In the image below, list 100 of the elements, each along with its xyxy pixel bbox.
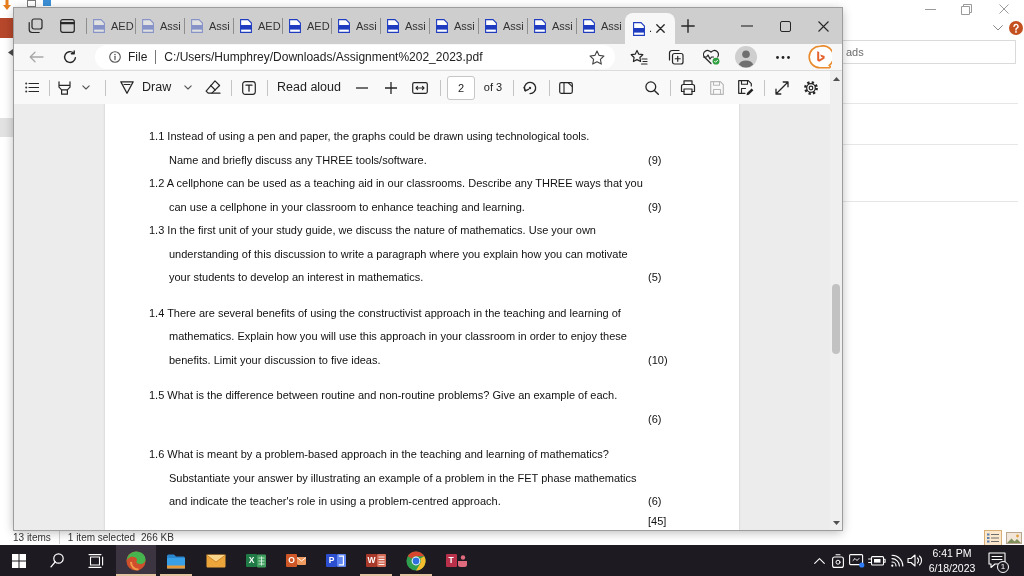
read-aloud-button[interactable]: Read aloud xyxy=(272,74,346,101)
minimize-icon[interactable] xyxy=(924,8,936,10)
close-icon[interactable] xyxy=(817,20,829,32)
question-text: 1.6 What is meant by a problem-based approach in the teaching and learning of mathematics? xyxy=(149,447,609,462)
taskbar-button[interactable]: T xyxy=(436,545,476,576)
search-icon[interactable] xyxy=(50,553,64,568)
page-icon[interactable] xyxy=(27,0,36,7)
browser-tab[interactable]: AED xyxy=(234,10,282,42)
help-icon[interactable] xyxy=(1009,21,1023,35)
battery-icon[interactable] xyxy=(868,555,886,566)
page-view-icon[interactable] xyxy=(559,81,573,94)
taskbar-button[interactable]: X xyxy=(236,545,276,576)
workspaces-icon[interactable] xyxy=(27,18,43,34)
restore-icon[interactable] xyxy=(960,3,972,15)
selection-label: 1 item selected xyxy=(67,531,136,545)
marks-text: (6) xyxy=(648,411,662,427)
more-icon[interactable] xyxy=(776,55,790,59)
back-arrow-icon[interactable] xyxy=(8,48,13,56)
question-text: Substantiate your answer by illustrating an example of a problem in the FET phase mathematics xyxy=(169,470,637,486)
taskbar-button[interactable]: O xyxy=(276,545,316,576)
text-box-icon[interactable] xyxy=(242,80,256,95)
browser-tab[interactable]: Assi xyxy=(528,10,576,42)
notification-icon[interactable] xyxy=(988,552,1006,569)
avatar-icon[interactable] xyxy=(735,46,757,68)
document-icon xyxy=(377,554,386,567)
scrollbar-thumb[interactable] xyxy=(832,284,840,354)
browser-tab[interactable]: Assi xyxy=(577,10,625,42)
envelope-icon xyxy=(297,555,306,566)
browser-tab[interactable]: . xyxy=(625,13,675,44)
wifi-icon[interactable] xyxy=(890,554,904,567)
file-size-label: 266 KB xyxy=(141,531,174,545)
save-as-icon[interactable] xyxy=(738,79,754,96)
large-icons-view-icon[interactable] xyxy=(1006,531,1022,544)
url-text: C:/Users/Humphrey/Downloads/Assignment%202_2023.pdf xyxy=(164,49,483,66)
settings-icon[interactable] xyxy=(803,79,819,96)
heart-pulse-icon[interactable] xyxy=(702,49,720,65)
question-text: benefits. Limit your discussion to five ideas. xyxy=(169,352,381,368)
rotate-icon[interactable] xyxy=(523,80,537,95)
details-view-icon[interactable] xyxy=(984,529,1002,546)
question-text: Name and briefly discuss any THREE tools/software. xyxy=(169,152,427,168)
display-icon[interactable] xyxy=(849,553,865,568)
page-number-field[interactable]: 2 xyxy=(447,75,475,100)
speaker-icon[interactable] xyxy=(907,554,923,567)
windows-logo-icon[interactable] xyxy=(12,553,26,568)
question-text: can use a cellphone in your classroom to enhance teaching and learning. xyxy=(169,199,525,215)
chevron-down-icon[interactable] xyxy=(184,85,192,90)
scroll-down-icon[interactable] xyxy=(832,521,840,525)
question-text: 1.5 What is the difference between routine and non-routine problems? Give an example of each. xyxy=(149,388,618,403)
browser-tab[interactable]: Assi xyxy=(479,10,527,42)
address-bar[interactable]: File C:/Users/Humphrey/Downloads/Assignment%202_2023.pdf xyxy=(95,45,615,69)
contents-icon[interactable] xyxy=(25,82,39,93)
spreadsheet-icon xyxy=(257,553,266,568)
plus-icon[interactable] xyxy=(385,81,397,94)
chevron-up-icon[interactable] xyxy=(813,557,825,564)
browser-tab[interactable]: Assi xyxy=(332,10,380,42)
item-count-label: 13 items xyxy=(13,531,51,545)
search-icon[interactable] xyxy=(645,80,659,95)
scheme-label: File xyxy=(128,49,148,66)
browser-tab[interactable]: AED xyxy=(283,10,331,42)
star-icon[interactable] xyxy=(589,49,605,65)
clock-date[interactable]: 6/18/2023 xyxy=(928,560,976,576)
taskbar-button[interactable] xyxy=(116,545,156,576)
taskbar-button[interactable]: P xyxy=(316,545,356,576)
highlighter-icon[interactable] xyxy=(57,80,71,95)
chevron-down-icon[interactable] xyxy=(993,25,1003,31)
scroll-up-icon[interactable] xyxy=(832,77,840,81)
close-icon[interactable] xyxy=(656,24,666,33)
tab-actions-icon[interactable] xyxy=(59,19,75,33)
pen-icon xyxy=(120,81,134,94)
chevron-down-icon[interactable] xyxy=(82,85,90,90)
expand-icon[interactable] xyxy=(775,80,789,95)
browser-tab[interactable]: Assi xyxy=(136,10,184,42)
download-arrow-icon[interactable] xyxy=(3,0,11,10)
browser-tab[interactable]: Assi xyxy=(185,10,233,42)
webcam-icon[interactable] xyxy=(832,553,844,568)
document-icon xyxy=(337,554,346,567)
collections-icon[interactable] xyxy=(668,49,684,65)
clock-time[interactable]: 6:41 PM xyxy=(932,545,972,561)
minus-icon[interactable] xyxy=(356,86,368,89)
fit-to-width-icon[interactable] xyxy=(412,81,428,94)
eraser-icon[interactable] xyxy=(205,80,221,95)
swirl-icon xyxy=(126,550,146,571)
question-text: understanding of this discussion to write a paragraph where you explain how you can motivate xyxy=(169,246,628,262)
task-view-icon[interactable] xyxy=(88,553,104,568)
plus-icon[interactable] xyxy=(681,19,695,33)
question-text: and indicate the teacher's role in using a problem-centred approach. xyxy=(169,494,501,509)
scrollbar-track[interactable] xyxy=(830,71,842,530)
refresh-icon[interactable] xyxy=(63,50,77,64)
chat-bubble-icon[interactable] xyxy=(808,44,832,70)
print-icon[interactable] xyxy=(680,80,696,95)
browser-tab[interactable]: AED xyxy=(87,10,135,42)
maximize-icon[interactable] xyxy=(779,20,791,32)
search-field[interactable]: ads xyxy=(843,40,1016,64)
browser-tab[interactable]: Assi xyxy=(381,10,429,42)
browser-tab[interactable]: Assi xyxy=(430,10,478,42)
draw-button[interactable]: Draw xyxy=(114,74,176,101)
question-text: mathematics. Explain how you will use this approach in your classroom in order to enjoy these xyxy=(169,329,627,344)
people-icon xyxy=(456,554,467,567)
question-text: 1.3 In the first unit of your study guide, we discuss the nature of mathematics. Use your own xyxy=(149,223,596,238)
favorites-icon[interactable] xyxy=(630,49,648,65)
